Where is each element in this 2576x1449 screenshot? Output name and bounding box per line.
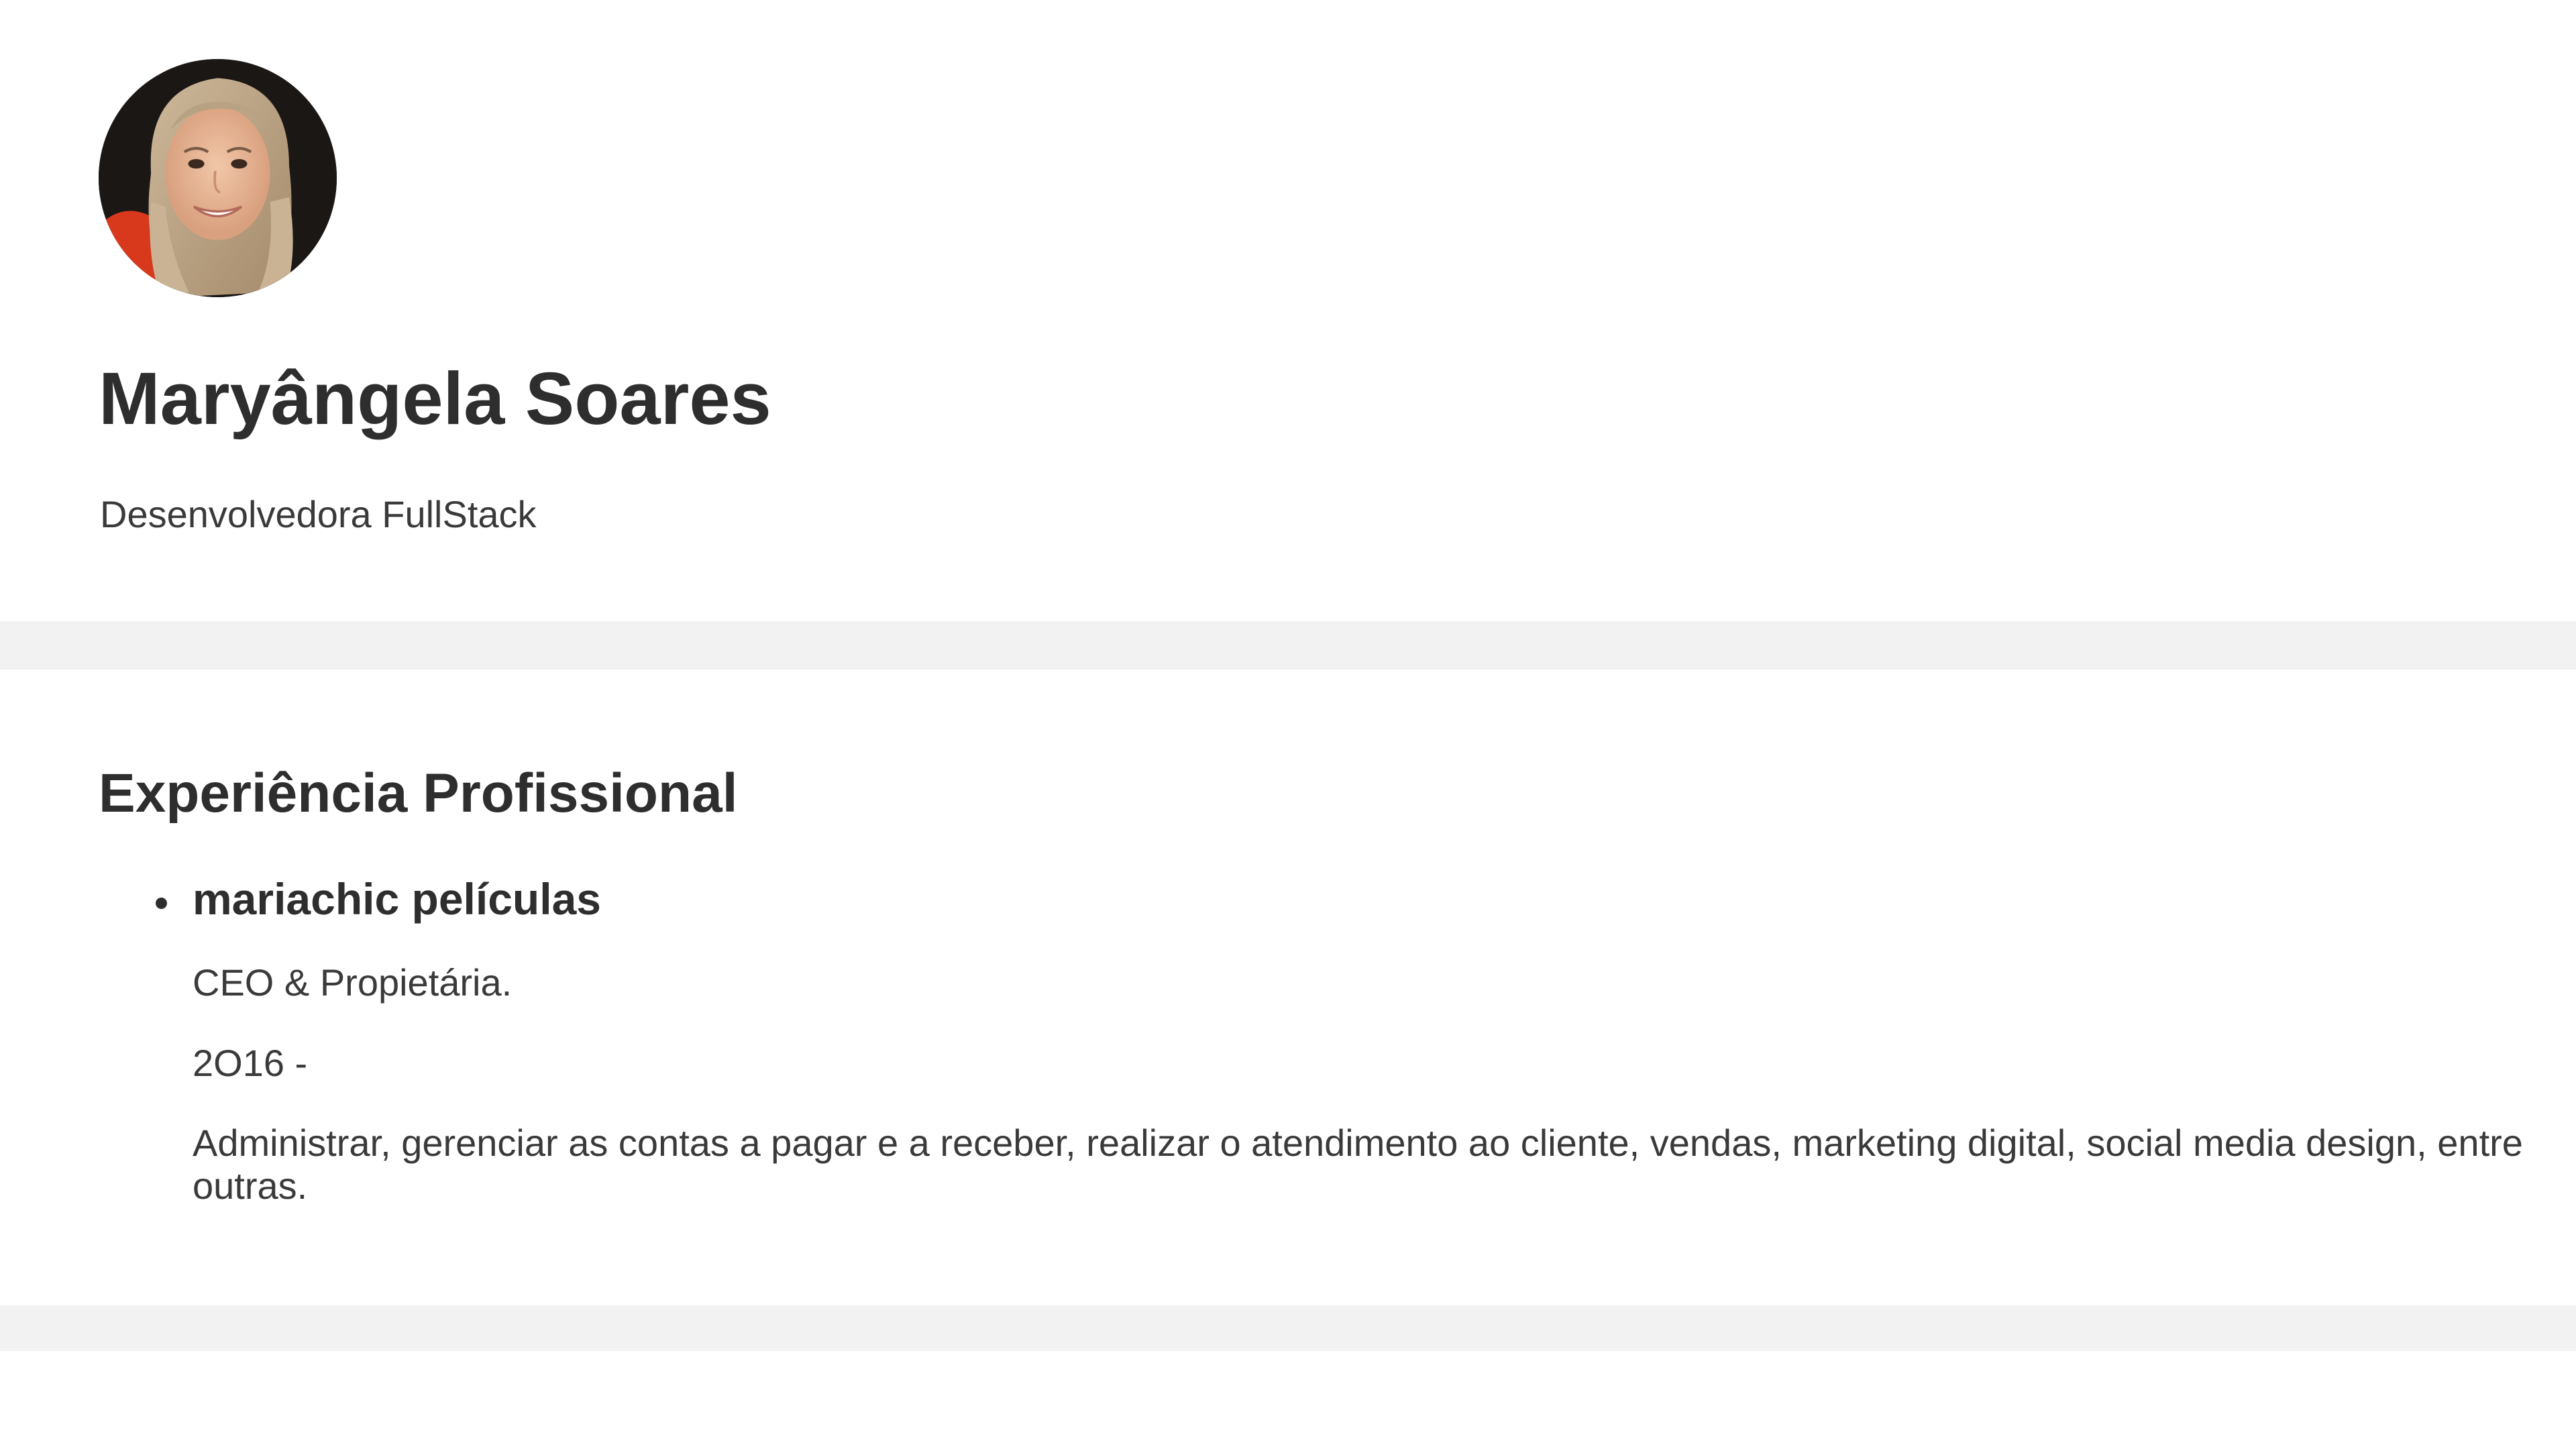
section-separator	[0, 621, 2576, 669]
job-item: mariachic películas CEO & Propietária. 2…	[99, 871, 2547, 1208]
profile-card: Maryângela Soares Desenvolvedora FullSta…	[0, 0, 2576, 621]
job-period: 2O16 -	[193, 1042, 308, 1084]
avatar	[99, 59, 337, 297]
section-separator	[0, 1305, 2576, 1351]
experience-section: Experiência Profissional mariachic pelíc…	[0, 669, 2576, 1305]
profile-name: Maryângela Soares	[99, 358, 771, 440]
section-title: Experiência Profissional	[99, 763, 738, 824]
bullet-icon	[156, 898, 167, 909]
profile-role: Desenvolvedora FullStack	[100, 493, 537, 535]
job-position: CEO & Propietária.	[193, 961, 513, 1004]
job-list: mariachic películas CEO & Propietária. 2…	[99, 871, 2547, 1208]
job-description: Administrar, gerenciar as contas a pagar…	[193, 1122, 2523, 1207]
avatar-photo	[99, 59, 337, 297]
job-company: mariachic películas	[193, 874, 601, 924]
